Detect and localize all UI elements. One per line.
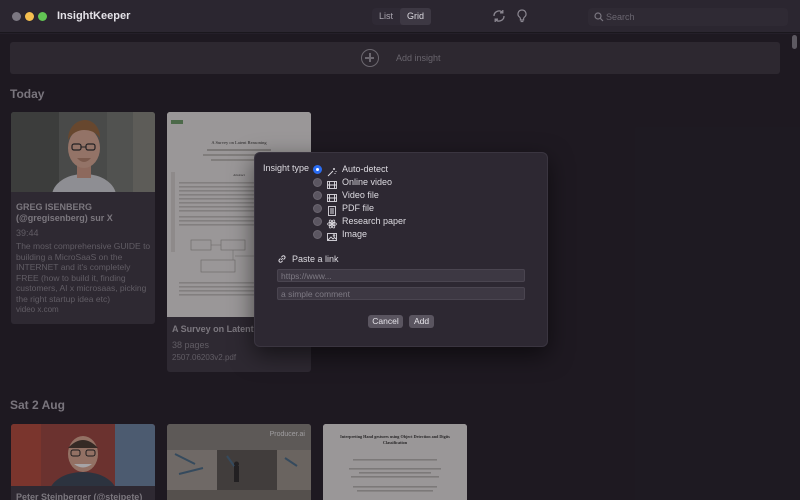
window-minimize-button[interactable]	[25, 12, 34, 21]
option-label: PDF file	[342, 203, 375, 213]
radio-auto-detect[interactable]	[313, 164, 322, 174]
film-icon	[327, 190, 337, 202]
search-input[interactable]	[606, 8, 784, 26]
app-window: InsightKeeper List Grid Add	[0, 0, 800, 500]
cancel-button[interactable]: Cancel	[368, 315, 403, 328]
atom-icon	[327, 216, 337, 229]
option-label: Research paper	[342, 216, 407, 226]
radio-pdf-file[interactable]	[313, 203, 322, 213]
option-label: Online video	[342, 177, 393, 187]
paste-link-row: Paste a link	[277, 254, 339, 264]
link-icon	[278, 255, 286, 263]
view-grid-button[interactable]: Grid	[400, 8, 432, 25]
view-list-button[interactable]: List	[372, 8, 400, 25]
option-auto-detect[interactable]: Auto-detect	[313, 163, 389, 177]
add-button[interactable]: Add	[409, 315, 434, 328]
wand-icon	[327, 164, 337, 177]
app-title: InsightKeeper	[57, 10, 131, 22]
option-pdf-file[interactable]: PDF file	[313, 202, 375, 216]
image-icon	[327, 229, 337, 241]
title-bar: InsightKeeper List Grid	[0, 0, 800, 33]
window-close-button[interactable]	[12, 12, 21, 21]
radio-online-video[interactable]	[313, 177, 322, 187]
window-zoom-button[interactable]	[38, 12, 47, 21]
radio-image[interactable]	[313, 229, 322, 239]
radio-research-paper[interactable]	[313, 216, 322, 226]
document-icon	[327, 203, 337, 216]
paste-link-label: Paste a link	[292, 254, 339, 264]
option-label: Video file	[342, 190, 379, 200]
search-icon	[594, 12, 604, 22]
comment-input[interactable]	[277, 287, 525, 300]
option-video-file[interactable]: Video file	[313, 189, 379, 202]
option-label: Image	[342, 229, 368, 239]
url-input[interactable]	[277, 269, 525, 282]
option-online-video[interactable]: Online video	[313, 176, 393, 189]
refresh-icon[interactable]	[491, 8, 507, 24]
view-mode-switch: List Grid	[372, 8, 432, 25]
option-image[interactable]: Image	[313, 228, 368, 241]
option-research-paper[interactable]: Research paper	[313, 215, 407, 229]
option-label: Auto-detect	[342, 164, 389, 174]
radio-video-file[interactable]	[313, 190, 322, 200]
lightbulb-icon[interactable]	[514, 8, 530, 24]
add-insight-dialog: Insight type Auto-detect Online video Vi…	[254, 152, 548, 347]
search-field	[588, 8, 788, 26]
film-icon	[327, 177, 337, 189]
insight-type-label: Insight type	[263, 163, 310, 173]
